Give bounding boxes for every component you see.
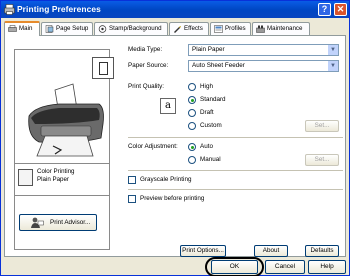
maintenance-icon [256, 25, 265, 33]
tab-profiles[interactable]: Profiles [210, 22, 251, 35]
chevron-down-icon: ▼ [327, 61, 338, 71]
quality-draft-label: Draft [200, 109, 214, 116]
about-button[interactable]: About [254, 245, 288, 257]
tab-profiles-label: Profiles [225, 25, 246, 32]
window-title: Printing Preferences [17, 4, 101, 14]
divider [128, 189, 343, 190]
plain-paper-swatch-icon [18, 169, 33, 186]
quality-preview-icon: a [160, 98, 176, 114]
preview-before-printing-checkbox[interactable] [128, 195, 136, 203]
printer-title-icon [4, 4, 15, 15]
tab-maintenance-label: Maintenance [267, 25, 303, 32]
tab-effects[interactable]: Effects [169, 22, 209, 35]
paper-source-select[interactable]: Auto Sheet Feeder ▼ [188, 60, 339, 72]
quality-high-label: High [200, 83, 213, 90]
main-tab-icon [8, 25, 17, 32]
chevron-down-icon: ▼ [327, 45, 338, 55]
print-advisor-button[interactable]: Print Advisor... [19, 214, 97, 231]
media-info-color-printing: Color Printing [37, 168, 75, 175]
help-button[interactable]: Help [308, 260, 346, 274]
tab-page-setup[interactable]: Page Setup [41, 22, 93, 35]
print-advisor-label: Print Advisor... [50, 219, 91, 226]
color-set-button[interactable]: Set... [305, 154, 339, 166]
radio-quality-standard[interactable] [188, 96, 196, 104]
effects-icon [174, 26, 181, 33]
paper-source-value: Auto Sheet Feeder [192, 62, 245, 69]
color-adjustment-label: Color Adjustment: [128, 143, 178, 150]
radio-color-manual[interactable] [188, 156, 196, 164]
preview-before-printing-label: Preview before printing [140, 195, 205, 202]
radio-quality-draft[interactable] [188, 109, 196, 117]
media-type-label: Media Type: [128, 46, 163, 53]
media-type-value: Plain Paper [192, 46, 225, 53]
quality-custom-label: Custom [200, 122, 222, 129]
title-bar[interactable]: Printing Preferences ? ✕ [1, 1, 349, 18]
tab-main[interactable]: Main [4, 21, 40, 36]
radio-quality-high[interactable] [188, 83, 196, 91]
divider [128, 170, 343, 171]
color-manual-label: Manual [200, 156, 221, 163]
tab-effects-label: Effects [184, 25, 203, 32]
profiles-icon [214, 25, 223, 33]
grayscale-label: Grayscale Printing [140, 176, 192, 183]
ok-highlight-ring [205, 257, 264, 276]
title-close-button[interactable]: ✕ [334, 3, 347, 16]
divider [128, 137, 343, 138]
page-setup-icon [45, 25, 54, 33]
defaults-button[interactable]: Defaults [305, 245, 339, 257]
tab-stamp-background[interactable]: Stamp/Background [94, 22, 168, 35]
tab-maintenance[interactable]: Maintenance [252, 22, 310, 35]
tab-page-setup-label: Page Setup [56, 25, 89, 32]
media-type-select[interactable]: Plain Paper ▼ [188, 44, 339, 56]
media-info-box: Color Printing Plain Paper [14, 163, 110, 196]
tab-stamp-background-label: Stamp/Background [109, 25, 162, 32]
color-auto-label: Auto [200, 143, 213, 150]
stamp-icon [98, 25, 107, 33]
media-info-paper: Plain Paper [37, 175, 69, 183]
printing-preferences-window: Printing Preferences ? ✕ Main Page Setup… [0, 0, 350, 276]
cancel-button[interactable]: Cancel [265, 260, 305, 274]
grayscale-checkbox[interactable] [128, 176, 136, 184]
radio-quality-custom[interactable] [188, 122, 196, 130]
title-help-button[interactable]: ? [318, 3, 331, 16]
paper-source-label: Paper Source: [128, 62, 169, 69]
main-tab-panel: Color Printing Plain Paper Print Advisor… [4, 35, 346, 257]
radio-color-auto[interactable] [188, 143, 196, 151]
print-quality-label: Print Quality: [128, 83, 165, 90]
paper-orientation-icon [92, 57, 114, 79]
tab-main-label: Main [19, 25, 33, 32]
print-advisor-icon [31, 217, 44, 228]
quality-standard-label: Standard [200, 96, 226, 103]
quality-set-button[interactable]: Set... [305, 120, 339, 132]
print-options-button[interactable]: Print Options... [180, 245, 226, 257]
